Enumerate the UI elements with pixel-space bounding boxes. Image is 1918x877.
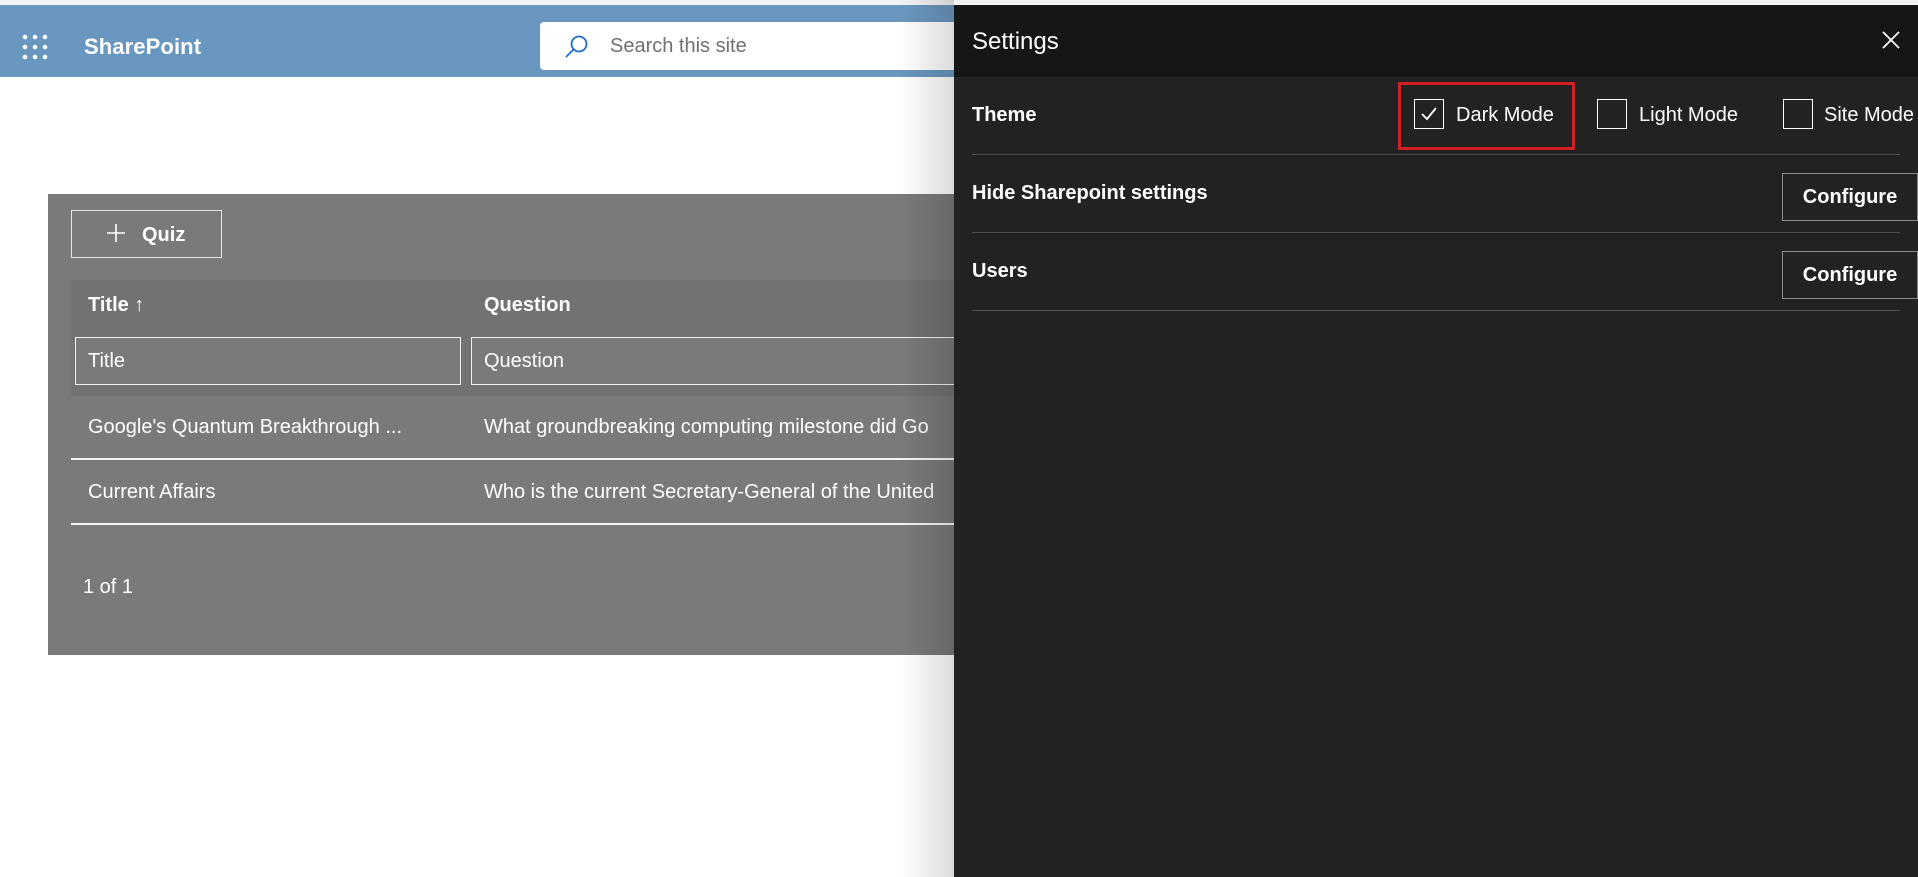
search-icon <box>564 34 590 60</box>
close-icon[interactable] <box>1876 25 1906 55</box>
plus-icon <box>106 223 126 243</box>
light-mode-label: Light Mode <box>1639 104 1738 126</box>
hide-sharepoint-settings-label: Hide Sharepoint settings <box>972 182 1208 204</box>
new-quiz-button[interactable]: Quiz <box>71 210 222 258</box>
search-placeholder: Search this site <box>610 35 747 57</box>
light-mode-checkbox[interactable]: Light Mode <box>1597 99 1757 131</box>
settings-panel: Settings Theme Dark Mode Light Mode Site… <box>954 5 1918 877</box>
panel-shadow <box>900 0 954 877</box>
quiz-list-webpart: Quiz Title ↑ Question Title Question Goo… <box>48 194 1011 655</box>
column-header-question[interactable]: Question <box>484 294 571 317</box>
table-row[interactable]: Google's Quantum Breakthrough ... What g… <box>71 396 1002 460</box>
row-title: Google's Quantum Breakthrough ... <box>88 416 402 438</box>
users-label: Users <box>972 260 1028 282</box>
pagination-label: 1 of 1 <box>83 576 134 598</box>
dark-mode-label: Dark Mode <box>1456 104 1554 126</box>
list-header: Title ↑ Question Title Question <box>71 280 1011 396</box>
app-name[interactable]: SharePoint <box>84 34 201 60</box>
dark-mode-checkbox[interactable]: Dark Mode <box>1414 99 1564 131</box>
configure-hide-settings-button[interactable]: Configure <box>1782 173 1918 221</box>
title-filter-input[interactable]: Title <box>75 337 461 385</box>
checkbox-unchecked-icon <box>1783 99 1813 129</box>
configure-users-button[interactable]: Configure <box>1782 251 1918 299</box>
users-setting-row: Users Configure <box>972 233 1918 311</box>
site-mode-checkbox[interactable]: Site Mode <box>1783 99 1914 131</box>
sharepoint-page: SharePoint Search this site Quiz Title ↑ <box>0 0 1918 877</box>
column-header-title[interactable]: Title ↑ <box>88 294 144 317</box>
new-quiz-label: Quiz <box>142 224 186 246</box>
checkbox-unchecked-icon <box>1597 99 1627 129</box>
checkbox-checked-icon <box>1414 99 1444 129</box>
app-launcher-icon[interactable] <box>20 32 50 62</box>
site-mode-label: Site Mode <box>1824 104 1915 126</box>
row-title: Current Affairs <box>88 481 216 503</box>
theme-setting-row: Theme Dark Mode Light Mode Site Mode <box>972 77 1914 155</box>
hide-sharepoint-settings-row: Hide Sharepoint settings Configure <box>972 155 1918 233</box>
settings-title: Settings <box>972 28 1059 55</box>
theme-label: Theme <box>972 104 1037 126</box>
settings-panel-header: Settings <box>954 5 1918 77</box>
table-row[interactable]: Current Affairs Who is the current Secre… <box>71 461 1002 525</box>
